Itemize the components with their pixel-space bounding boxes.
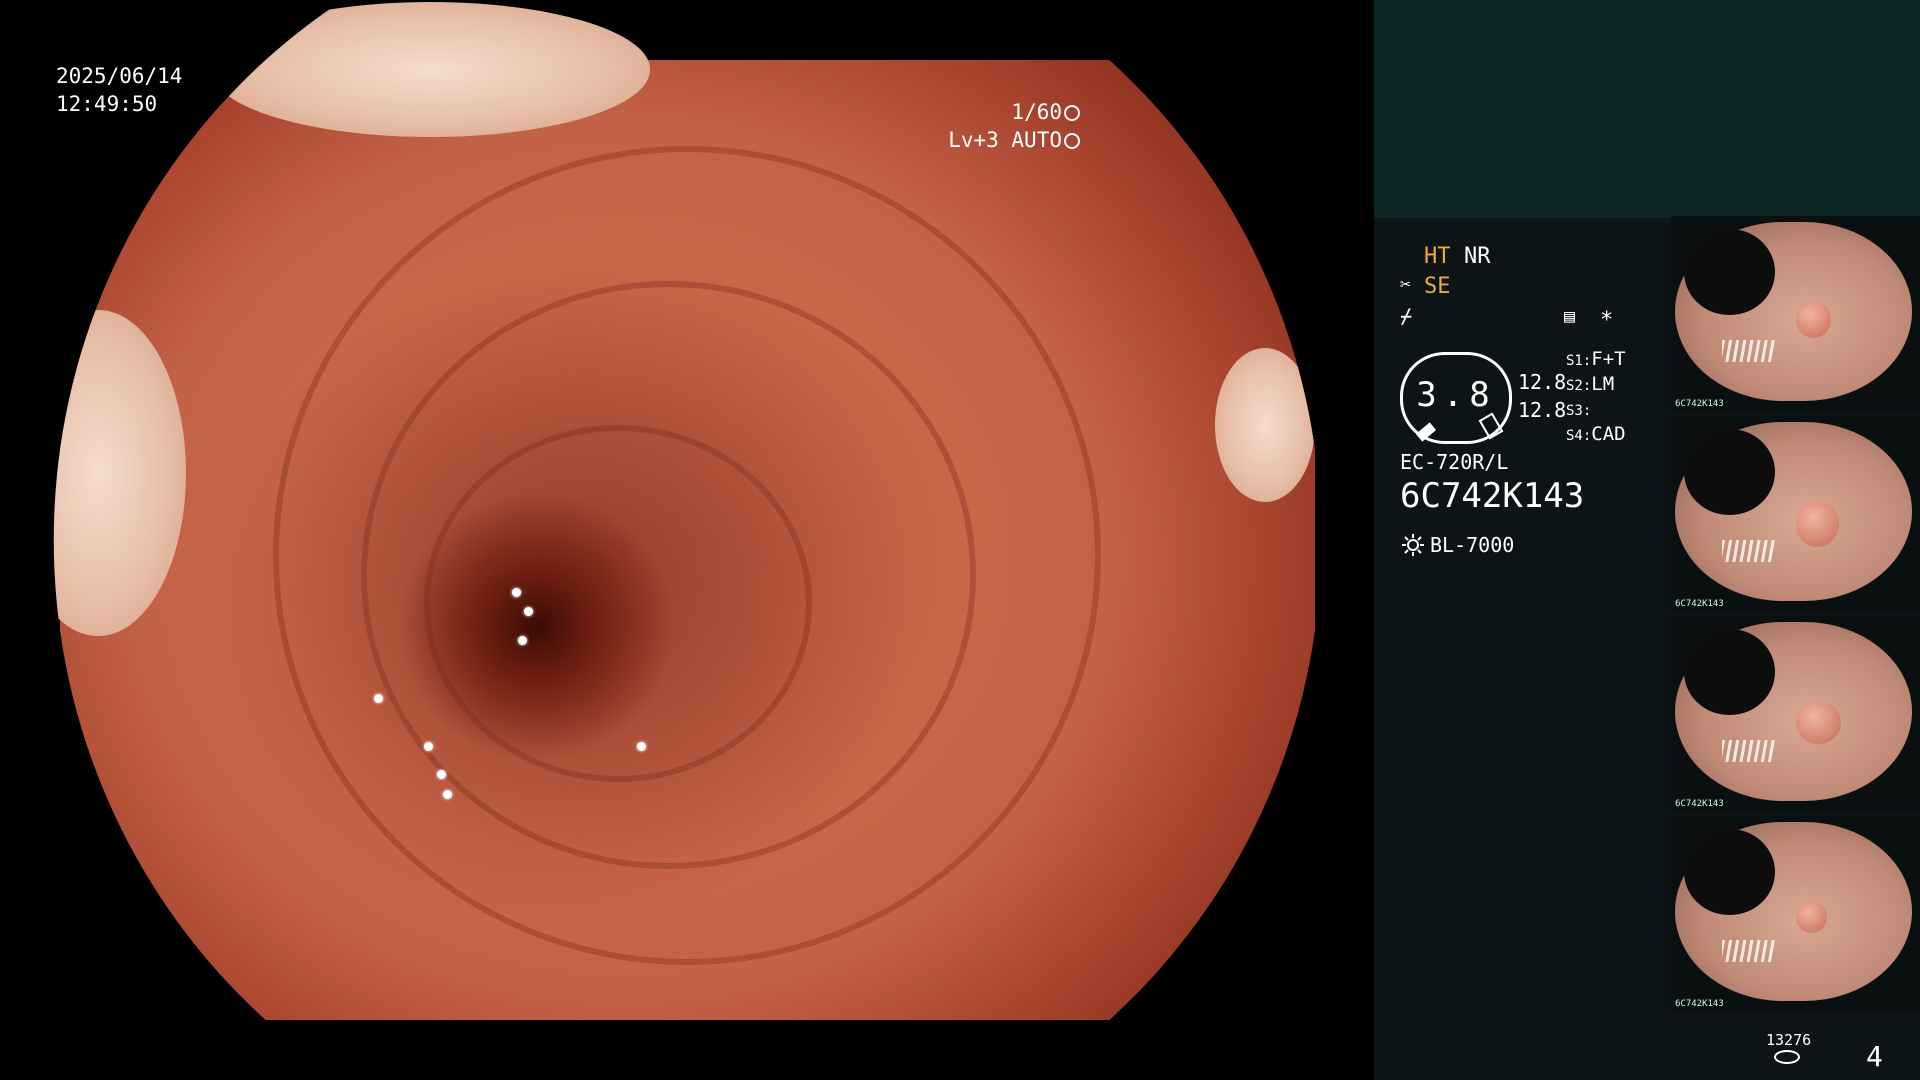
nr-indicator: NR bbox=[1464, 244, 1491, 269]
s2-value: LM bbox=[1591, 373, 1615, 395]
thumbnail-label: 6C742K143 bbox=[1675, 399, 1724, 409]
thumbnail-label: 6C742K143 bbox=[1675, 999, 1724, 1009]
exposure-text: Lv+3 AUTO bbox=[948, 128, 1062, 152]
time-text: 12:49:50 bbox=[56, 92, 158, 116]
ht-indicator: HT bbox=[1424, 244, 1451, 269]
asterisk-indicator: * bbox=[1600, 308, 1614, 333]
thumbnail-2[interactable]: 6C742K143 bbox=[1671, 416, 1920, 611]
thumbnail-image bbox=[1675, 822, 1912, 1001]
s3-key: S3: bbox=[1566, 403, 1592, 419]
date-text: 2025/06/14 bbox=[56, 64, 183, 88]
s1-key: S1: bbox=[1566, 353, 1592, 369]
s2-key: S2: bbox=[1566, 378, 1592, 394]
value-1: 12.8 bbox=[1518, 370, 1567, 394]
shutter-readout: 1/60 Lv+3 AUTO bbox=[948, 98, 1080, 154]
light-source: BL-7000 bbox=[1430, 533, 1515, 557]
thumbnail-label: 6C742K143 bbox=[1675, 599, 1724, 609]
s4-key: S4: bbox=[1566, 428, 1592, 444]
s2-setting: S2:LM bbox=[1566, 373, 1614, 395]
zoom-gauge: 3.8 bbox=[1400, 352, 1512, 444]
storage-count: 13276 bbox=[1766, 1031, 1812, 1049]
gauge-marker-right bbox=[1478, 412, 1504, 440]
bubble bbox=[518, 636, 528, 645]
sun-icon bbox=[1402, 534, 1424, 556]
shutter-text: 1/60 bbox=[1011, 100, 1062, 124]
s1-setting: S1:F+T bbox=[1566, 348, 1626, 370]
bubble bbox=[423, 741, 433, 751]
polyp bbox=[1795, 500, 1839, 548]
bubble bbox=[637, 741, 647, 751]
image-count: 4 bbox=[1866, 1040, 1883, 1073]
lumen bbox=[1684, 629, 1775, 716]
gauge-marker-left bbox=[1415, 422, 1437, 442]
shutter-icon bbox=[1064, 105, 1080, 121]
glare bbox=[1722, 340, 1775, 362]
mucosal-flap-left bbox=[53, 309, 186, 636]
s3-setting: S3: bbox=[1566, 398, 1591, 420]
lumen bbox=[1684, 829, 1775, 916]
panel-header-area bbox=[1374, 0, 1920, 218]
bubble bbox=[373, 693, 383, 703]
thumbnail-image bbox=[1675, 422, 1912, 601]
scope-model: EC-720R/L bbox=[1400, 450, 1509, 474]
mucosal-flap-top bbox=[210, 2, 650, 137]
date-time-readout: 2025/06/14 12:49:50 bbox=[56, 62, 182, 118]
thumbnail-1[interactable]: 6C742K143 bbox=[1671, 216, 1920, 411]
s1-value: F+T bbox=[1591, 348, 1626, 370]
endoscope-image bbox=[53, 2, 1315, 1020]
thumbnail-4[interactable]: 6C742K143 bbox=[1671, 816, 1920, 1011]
lumen bbox=[1684, 429, 1775, 516]
polyp bbox=[1795, 300, 1832, 339]
scope-serial: 6C742K143 bbox=[1400, 476, 1585, 516]
se-indicator: SE bbox=[1424, 274, 1451, 299]
auto-icon bbox=[1064, 133, 1080, 149]
thumbnail-image bbox=[1675, 622, 1912, 801]
bubble bbox=[436, 770, 446, 780]
bubble bbox=[442, 789, 452, 799]
glare bbox=[1722, 740, 1775, 762]
mucosal-flap-right bbox=[1214, 348, 1315, 502]
glare bbox=[1722, 940, 1775, 962]
thumbnail-image bbox=[1675, 222, 1912, 401]
lumen bbox=[1684, 229, 1775, 316]
glare bbox=[1722, 540, 1775, 562]
zoom-value: 3.8 bbox=[1416, 375, 1496, 415]
lightning-icon: ⌿ bbox=[1400, 304, 1413, 328]
polyp bbox=[1795, 900, 1827, 933]
value-2: 12.8 bbox=[1518, 398, 1567, 422]
disk-icon bbox=[1774, 1050, 1800, 1064]
s4-value: CAD bbox=[1591, 423, 1626, 445]
memory-icon: ▤ bbox=[1564, 306, 1575, 327]
scissors-icon: ✂ bbox=[1400, 274, 1411, 295]
s4-setting: S4:CAD bbox=[1566, 423, 1626, 445]
thumbnail-label: 6C742K143 bbox=[1675, 799, 1724, 809]
bubble bbox=[511, 588, 521, 597]
thumbnail-3[interactable]: 6C742K143 bbox=[1671, 616, 1920, 811]
polyp bbox=[1795, 700, 1841, 744]
mucosal-fold bbox=[423, 424, 813, 783]
